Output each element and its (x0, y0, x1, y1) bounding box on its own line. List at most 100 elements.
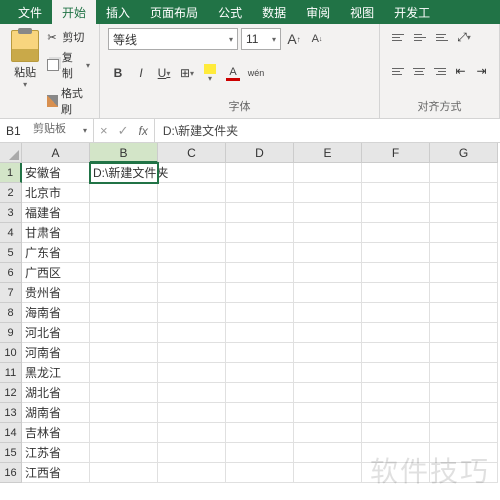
cell[interactable] (430, 223, 498, 243)
cell[interactable] (362, 223, 430, 243)
align-right-button[interactable] (430, 62, 449, 80)
cell[interactable] (294, 163, 362, 183)
cell[interactable] (294, 223, 362, 243)
cell[interactable] (362, 463, 430, 483)
paste-button[interactable]: 粘贴 ▾ (8, 28, 42, 118)
cell[interactable] (294, 323, 362, 343)
cell[interactable] (226, 303, 294, 323)
cell[interactable] (158, 223, 226, 243)
cell[interactable] (294, 403, 362, 423)
cell[interactable] (430, 283, 498, 303)
copy-button[interactable]: 复制 ▾ (46, 48, 91, 82)
row-header[interactable]: 9 (0, 323, 22, 343)
row-header[interactable]: 5 (0, 243, 22, 263)
grow-font-button[interactable]: A↑ (284, 29, 304, 49)
cell[interactable] (226, 203, 294, 223)
cell[interactable]: 吉林省 (22, 423, 90, 443)
cell[interactable] (158, 243, 226, 263)
align-center-button[interactable] (409, 62, 428, 80)
cell[interactable] (430, 323, 498, 343)
cell[interactable] (294, 243, 362, 263)
row-header[interactable]: 15 (0, 443, 22, 463)
cell[interactable] (90, 183, 158, 203)
cell[interactable] (90, 343, 158, 363)
cell[interactable] (430, 303, 498, 323)
cell[interactable] (226, 343, 294, 363)
cell[interactable] (430, 163, 498, 183)
row-header[interactable]: 14 (0, 423, 22, 443)
cell[interactable] (90, 283, 158, 303)
cell[interactable]: 广西区 (22, 263, 90, 283)
fill-color-button[interactable]: ▾ (200, 63, 220, 83)
column-header[interactable]: D (226, 143, 294, 163)
cell[interactable] (294, 203, 362, 223)
cell[interactable] (90, 403, 158, 423)
row-header[interactable]: 11 (0, 363, 22, 383)
cell[interactable]: 安徽省 (22, 163, 90, 183)
cell[interactable] (90, 303, 158, 323)
cell[interactable] (226, 183, 294, 203)
cell[interactable]: 湖南省 (22, 403, 90, 423)
cell[interactable] (362, 343, 430, 363)
cell[interactable] (362, 423, 430, 443)
cell[interactable]: 贵州省 (22, 283, 90, 303)
row-header[interactable]: 6 (0, 263, 22, 283)
cancel-button[interactable]: × (100, 123, 108, 138)
row-header[interactable]: 1 (0, 163, 22, 183)
select-all-corner[interactable] (0, 143, 22, 163)
cell[interactable] (362, 303, 430, 323)
cell[interactable] (362, 203, 430, 223)
cell[interactable] (158, 283, 226, 303)
cell[interactable] (158, 263, 226, 283)
confirm-button[interactable]: ✓ (118, 123, 129, 139)
italic-button[interactable]: I (131, 63, 151, 83)
cell[interactable]: 江西省 (22, 463, 90, 483)
increase-indent-button[interactable]: ⇥ (472, 62, 491, 80)
column-header[interactable]: F (362, 143, 430, 163)
row-header[interactable]: 16 (0, 463, 22, 483)
ribbon-tab[interactable]: 开始 (52, 0, 96, 25)
cell[interactable] (294, 383, 362, 403)
cell[interactable] (294, 263, 362, 283)
cell[interactable] (362, 323, 430, 343)
cell[interactable]: 北京市 (22, 183, 90, 203)
cell[interactable] (362, 443, 430, 463)
cell[interactable] (158, 463, 226, 483)
ribbon-tab[interactable]: 插入 (96, 0, 140, 25)
bold-button[interactable]: B (108, 63, 128, 83)
cell[interactable] (90, 443, 158, 463)
cut-button[interactable]: ✂ 剪切 (46, 28, 91, 46)
cell[interactable] (430, 463, 498, 483)
cell[interactable] (362, 163, 430, 183)
column-header[interactable]: E (294, 143, 362, 163)
cell[interactable] (226, 323, 294, 343)
row-header[interactable]: 4 (0, 223, 22, 243)
cell[interactable] (294, 283, 362, 303)
cell[interactable] (226, 243, 294, 263)
cell[interactable] (430, 443, 498, 463)
column-header[interactable]: G (430, 143, 498, 163)
cell[interactable] (362, 283, 430, 303)
cell[interactable] (362, 183, 430, 203)
formula-bar[interactable]: D:\新建文件夹 (154, 119, 500, 142)
cell[interactable] (430, 263, 498, 283)
cell[interactable] (294, 443, 362, 463)
cell[interactable]: 甘肃省 (22, 223, 90, 243)
cell[interactable] (430, 423, 498, 443)
cell[interactable] (158, 303, 226, 323)
align-bottom-button[interactable] (432, 28, 452, 46)
cell[interactable] (90, 263, 158, 283)
cell[interactable]: 福建省 (22, 203, 90, 223)
ribbon-tab[interactable]: 开发工 (384, 0, 440, 25)
cell[interactable] (158, 343, 226, 363)
cell[interactable] (90, 203, 158, 223)
cell[interactable] (158, 443, 226, 463)
ribbon-tab[interactable]: 数据 (252, 0, 296, 25)
row-header[interactable]: 2 (0, 183, 22, 203)
cell[interactable]: 海南省 (22, 303, 90, 323)
cell[interactable]: 广东省 (22, 243, 90, 263)
row-header[interactable]: 7 (0, 283, 22, 303)
cell[interactable] (362, 243, 430, 263)
fx-icon[interactable]: fx (139, 124, 148, 138)
cell[interactable] (430, 343, 498, 363)
